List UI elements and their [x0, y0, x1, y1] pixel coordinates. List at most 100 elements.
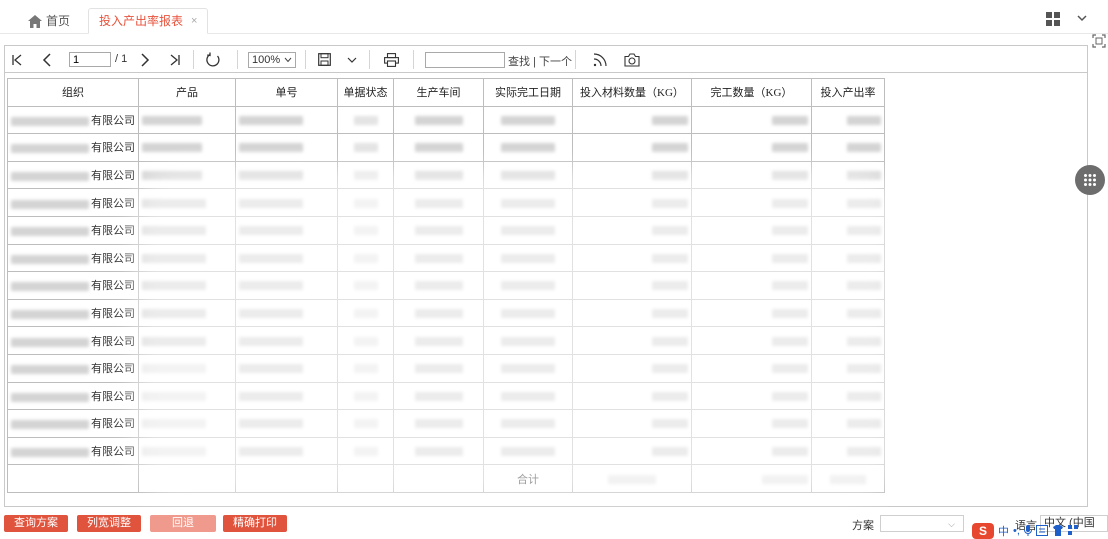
col-header-finish-date[interactable]: 实际完工日期 — [483, 78, 573, 107]
cell-product — [138, 105, 236, 135]
tab-home[interactable]: 首页 — [28, 8, 70, 34]
last-page-button[interactable] — [167, 46, 183, 73]
snapshot-button[interactable] — [622, 46, 642, 73]
cell-input-qty — [572, 133, 692, 162]
cell-org: 有限公司 — [7, 160, 139, 190]
col-header-org[interactable]: 组织 — [7, 78, 139, 107]
redacted-value — [652, 115, 688, 125]
table-row[interactable]: 有限公司 — [7, 436, 885, 466]
tab-io-rate-report[interactable]: 投入产出率报表 × — [88, 8, 209, 34]
cell-workshop — [393, 381, 484, 411]
cell-io-rate — [811, 133, 885, 162]
redacted-value — [11, 144, 89, 154]
table-row[interactable]: 有限公司 — [7, 298, 885, 328]
print-button[interactable] — [382, 46, 400, 73]
fullscreen-icon[interactable] — [1092, 34, 1106, 48]
col-header-io-rate[interactable]: 投入产出率 — [811, 78, 885, 107]
redacted-value — [142, 171, 202, 181]
table-row[interactable]: 有限公司 — [7, 133, 885, 162]
cell-order-no — [235, 133, 338, 162]
col-header-product[interactable]: 产品 — [138, 78, 236, 107]
tab-bar: 首页 投入产出率报表 × — [0, 0, 1108, 34]
next-page-button[interactable] — [137, 46, 153, 73]
redacted-value — [414, 171, 463, 181]
cell-order-no — [235, 409, 338, 438]
table-row[interactable]: 有限公司 — [7, 160, 885, 190]
scheme-select[interactable]: ⌵ — [880, 515, 964, 532]
query-scheme-button[interactable]: 查询方案 — [4, 515, 68, 532]
save-dropdown-button[interactable] — [345, 46, 359, 73]
redacted-value — [652, 198, 688, 208]
table-row[interactable]: 有限公司 — [7, 381, 885, 411]
cell-finish-date — [483, 326, 573, 355]
col-header-workshop[interactable]: 生产车间 — [393, 78, 484, 107]
col-header-input-qty[interactable]: 投入材料数量（KG） — [572, 78, 692, 107]
table-row[interactable]: 有限公司 — [7, 215, 885, 245]
cell-empty — [393, 464, 484, 493]
cell-input-qty — [572, 160, 692, 190]
col-header-output-qty[interactable]: 完工数量（KG） — [691, 78, 812, 107]
cell-product — [138, 436, 236, 466]
redacted-value — [239, 143, 303, 153]
find-input[interactable] — [425, 52, 505, 68]
toolbar-divider — [575, 50, 576, 69]
org-suffix: 有限公司 — [91, 335, 135, 348]
col-header-status[interactable]: 单据状态 — [337, 78, 394, 107]
back-button[interactable]: 回退 — [150, 515, 216, 532]
refresh-button[interactable] — [203, 46, 223, 73]
close-icon[interactable]: × — [191, 8, 197, 34]
redacted-value — [847, 253, 881, 263]
redacted-value — [239, 336, 303, 346]
table-row[interactable]: 有限公司 — [7, 188, 885, 217]
cell-product — [138, 409, 236, 438]
table-row[interactable]: 有限公司 — [7, 326, 885, 355]
cell-empty — [7, 464, 139, 493]
cell-workshop — [393, 326, 484, 355]
rss-button[interactable] — [591, 46, 609, 73]
cell-order-no — [235, 298, 338, 328]
chevron-down-icon[interactable] — [1076, 12, 1088, 24]
floating-menu-button[interactable] — [1075, 165, 1105, 195]
first-page-button[interactable] — [9, 46, 25, 73]
table-row[interactable]: 有限公司 — [7, 353, 885, 383]
cell-order-no — [235, 160, 338, 190]
total-output-qty — [691, 464, 812, 493]
table-row[interactable]: 有限公司 — [7, 243, 885, 273]
cell-status — [337, 160, 394, 190]
ime-toolbar[interactable]: S 中 •, — [972, 522, 1108, 539]
save-button[interactable] — [316, 46, 332, 73]
zoom-select[interactable]: 100% — [248, 52, 296, 68]
redacted-value — [608, 474, 656, 484]
cell-org: 有限公司 — [7, 188, 139, 217]
prev-page-button[interactable] — [39, 46, 55, 73]
redacted-value — [847, 226, 881, 236]
cell-product — [138, 298, 236, 328]
cell-io-rate — [811, 243, 885, 273]
redacted-value — [772, 309, 808, 319]
app-grid-icon[interactable] — [1046, 12, 1060, 26]
cell-io-rate — [811, 105, 885, 135]
table-row[interactable]: 有限公司 — [7, 409, 885, 438]
redacted-value — [11, 116, 89, 126]
cell-order-no — [235, 243, 338, 273]
column-width-button[interactable]: 列宽调整 — [77, 515, 141, 532]
redacted-value — [501, 115, 555, 125]
col-header-order-no[interactable]: 单号 — [235, 78, 338, 107]
tab-active-label: 投入产出率报表 — [99, 14, 184, 28]
org-suffix: 有限公司 — [91, 142, 135, 155]
redacted-value — [501, 171, 555, 181]
redacted-value — [414, 143, 463, 153]
cell-output-qty — [691, 436, 812, 466]
redacted-value — [847, 198, 881, 208]
cell-input-qty — [572, 353, 692, 383]
cell-order-no — [235, 215, 338, 245]
org-suffix: 有限公司 — [91, 197, 135, 210]
redacted-value — [652, 226, 688, 236]
precise-print-button[interactable]: 精确打印 — [223, 515, 287, 532]
page-number-input[interactable] — [69, 52, 111, 67]
table-row[interactable]: 有限公司 — [7, 105, 885, 135]
table-row[interactable]: 有限公司 — [7, 271, 885, 300]
find-next-label[interactable]: 查找 | 下一个 — [508, 53, 572, 69]
redacted-value — [11, 337, 89, 347]
tab-home-label: 首页 — [46, 14, 71, 28]
